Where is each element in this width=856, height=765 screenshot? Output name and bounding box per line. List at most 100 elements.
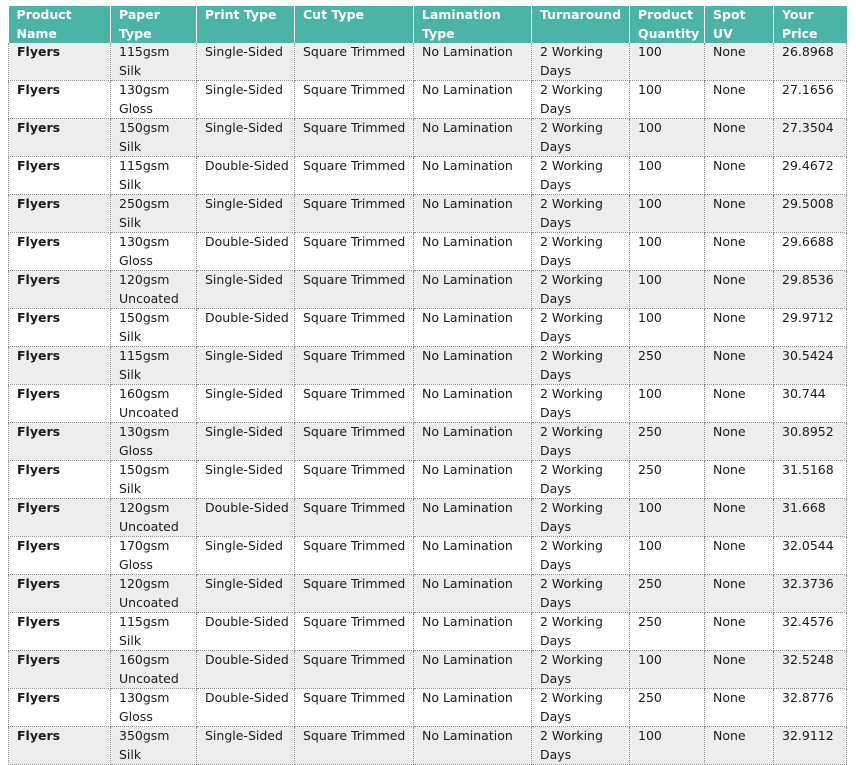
- price-cell: 29.6688: [773, 232, 847, 271]
- turnaround-cell: 2 Working Days: [531, 460, 630, 499]
- product-quantity-cell: 100: [629, 156, 705, 195]
- paper-type-cell: 160gsm Uncoated: [110, 650, 197, 689]
- spot-uv-cell: None: [704, 536, 774, 575]
- lamination-type-cell: No Lamination: [413, 460, 532, 499]
- column-header-cut-type: Cut Type: [294, 6, 414, 43]
- product-name-cell: Flyers: [8, 43, 111, 81]
- price-cell: 30.8952: [773, 422, 847, 461]
- turnaround-cell: 2 Working Days: [531, 688, 630, 727]
- price-cell: 26.8968: [773, 43, 847, 81]
- paper-type-cell: 150gsm Silk: [110, 118, 197, 157]
- column-header-turnaround: Turnaround: [531, 6, 630, 43]
- spot-uv-cell: None: [704, 43, 774, 81]
- turnaround-cell: 2 Working Days: [531, 270, 630, 309]
- cut-type-cell: Square Trimmed: [294, 612, 414, 651]
- print-type-cell: Double-Sided: [196, 232, 295, 271]
- paper-type-cell: 120gsm Uncoated: [110, 574, 197, 613]
- price-cell: 32.9112: [773, 726, 847, 765]
- lamination-type-cell: No Lamination: [413, 422, 532, 461]
- print-type-cell: Single-Sided: [196, 536, 295, 575]
- print-type-cell: Double-Sided: [196, 498, 295, 537]
- column-header-your-price: Your Price: [773, 6, 847, 43]
- product-name-cell: Flyers: [8, 612, 111, 651]
- spot-uv-cell: None: [704, 118, 774, 157]
- product-name-cell: Flyers: [8, 270, 111, 309]
- table-row: Flyers 350gsm Silk Single-Sided Square Trim…: [8, 726, 847, 765]
- turnaround-cell: 2 Working Days: [531, 650, 630, 689]
- product-quantity-cell: 250: [629, 460, 705, 499]
- paper-type-cell: 130gsm Gloss: [110, 232, 197, 271]
- price-cell: 32.0544: [773, 536, 847, 575]
- spot-uv-cell: None: [704, 270, 774, 309]
- cut-type-cell: Square Trimmed: [294, 232, 414, 271]
- spot-uv-cell: None: [704, 384, 774, 423]
- product-name-cell: Flyers: [8, 194, 111, 233]
- lamination-type-cell: No Lamination: [413, 726, 532, 765]
- header-row: Product Name Paper Type Print Type Cut T…: [8, 6, 847, 43]
- paper-type-cell: 120gsm Uncoated: [110, 270, 197, 309]
- table-row: Flyers 115gsm Silk Double-Sided Square Trim…: [8, 156, 847, 195]
- product-quantity-cell: 100: [629, 118, 705, 157]
- print-type-cell: Single-Sided: [196, 118, 295, 157]
- table-row: Flyers 150gsm Silk Double-Sided Square Trim…: [8, 308, 847, 347]
- turnaround-cell: 2 Working Days: [531, 232, 630, 271]
- price-cell: 32.5248: [773, 650, 847, 689]
- paper-type-cell: 115gsm Silk: [110, 156, 197, 195]
- cut-type-cell: Square Trimmed: [294, 650, 414, 689]
- column-header-paper-type: Paper Type: [110, 6, 197, 43]
- table-row: Flyers 115gsm Silk Single-Sided Square Trim…: [8, 43, 847, 81]
- product-name-cell: Flyers: [8, 650, 111, 689]
- turnaround-cell: 2 Working Days: [531, 80, 630, 119]
- price-table-wrapper: Product Name Paper Type Print Type Cut T…: [8, 6, 847, 765]
- price-cell: 29.5008: [773, 194, 847, 233]
- paper-type-cell: 130gsm Gloss: [110, 422, 197, 461]
- product-quantity-cell: 100: [629, 308, 705, 347]
- product-quantity-cell: 100: [629, 232, 705, 271]
- cut-type-cell: Square Trimmed: [294, 308, 414, 347]
- turnaround-cell: 2 Working Days: [531, 346, 630, 385]
- column-header-spot-uv: Spot UV: [704, 6, 774, 43]
- paper-type-cell: 150gsm Silk: [110, 460, 197, 499]
- cut-type-cell: Square Trimmed: [294, 422, 414, 461]
- price-cell: 29.4672: [773, 156, 847, 195]
- table-header: Product Name Paper Type Print Type Cut T…: [8, 6, 847, 43]
- lamination-type-cell: No Lamination: [413, 384, 532, 423]
- product-name-cell: Flyers: [8, 80, 111, 119]
- lamination-type-cell: No Lamination: [413, 536, 532, 575]
- paper-type-cell: 170gsm Gloss: [110, 536, 197, 575]
- cut-type-cell: Square Trimmed: [294, 498, 414, 537]
- product-name-cell: Flyers: [8, 574, 111, 613]
- turnaround-cell: 2 Working Days: [531, 308, 630, 347]
- paper-type-cell: 130gsm Gloss: [110, 80, 197, 119]
- paper-type-cell: 120gsm Uncoated: [110, 498, 197, 537]
- product-quantity-cell: 100: [629, 43, 705, 81]
- turnaround-cell: 2 Working Days: [531, 574, 630, 613]
- cut-type-cell: Square Trimmed: [294, 688, 414, 727]
- product-quantity-cell: 250: [629, 574, 705, 613]
- print-type-cell: Double-Sided: [196, 308, 295, 347]
- turnaround-cell: 2 Working Days: [531, 612, 630, 651]
- lamination-type-cell: No Lamination: [413, 43, 532, 81]
- cut-type-cell: Square Trimmed: [294, 80, 414, 119]
- cut-type-cell: Square Trimmed: [294, 118, 414, 157]
- table-row: Flyers 150gsm Silk Single-Sided Square Trim…: [8, 460, 847, 499]
- product-name-cell: Flyers: [8, 536, 111, 575]
- price-cell: 27.1656: [773, 80, 847, 119]
- column-header-print-type: Print Type: [196, 6, 295, 43]
- cut-type-cell: Square Trimmed: [294, 156, 414, 195]
- spot-uv-cell: None: [704, 688, 774, 727]
- turnaround-cell: 2 Working Days: [531, 118, 630, 157]
- product-quantity-cell: 250: [629, 422, 705, 461]
- table-row: Flyers 170gsm Gloss Single-Sided Square Tri…: [8, 536, 847, 575]
- table-row: Flyers 160gsm Uncoated Single-Sided Square …: [8, 384, 847, 423]
- paper-type-cell: 115gsm Silk: [110, 612, 197, 651]
- price-table: Product Name Paper Type Print Type Cut T…: [8, 6, 847, 765]
- turnaround-cell: 2 Working Days: [531, 194, 630, 233]
- spot-uv-cell: None: [704, 308, 774, 347]
- spot-uv-cell: None: [704, 422, 774, 461]
- product-name-cell: Flyers: [8, 688, 111, 727]
- cut-type-cell: Square Trimmed: [294, 384, 414, 423]
- table-row: Flyers 150gsm Silk Single-Sided Square Trim…: [8, 118, 847, 157]
- price-cell: 30.5424: [773, 346, 847, 385]
- lamination-type-cell: No Lamination: [413, 118, 532, 157]
